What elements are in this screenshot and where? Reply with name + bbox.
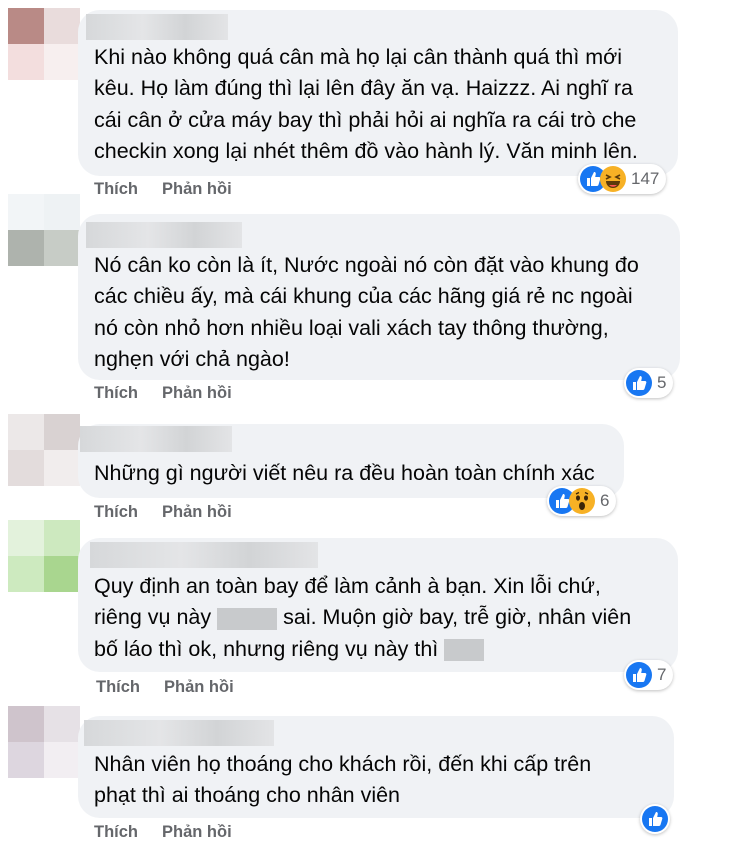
reply-link[interactable]: Phản hồi [162, 384, 232, 402]
avatar[interactable] [8, 706, 80, 778]
comment-text: Quy định an toàn bay để làm cảnh à bạn. … [94, 574, 632, 661]
like-link[interactable]: Thích [94, 823, 138, 841]
commenter-name[interactable] [80, 426, 232, 452]
comment-text: Những gì người viết nêu ra đều hoàn toàn… [94, 461, 595, 485]
avatar[interactable] [8, 194, 80, 266]
reply-link[interactable]: Phản hồi [162, 823, 232, 841]
comment-text: Nó cân ko còn là ít, Nước ngoài nó còn đ… [94, 253, 639, 371]
reaction-count: 6 [600, 491, 610, 510]
reaction-count: 5 [657, 373, 667, 392]
avatar[interactable] [8, 520, 80, 592]
reaction-summary[interactable]: 7 [624, 660, 674, 690]
comment-actions: Thích Phản hồi [94, 503, 256, 522]
redacted-text [444, 638, 485, 661]
reaction-summary[interactable]: 147 [578, 164, 667, 194]
reply-link[interactable]: Phản hồi [162, 180, 232, 198]
comment-text: Nhân viên họ thoáng cho khách rồi, đến k… [94, 752, 592, 808]
commenter-name[interactable] [86, 14, 228, 40]
commenter-name[interactable] [86, 222, 242, 248]
comment-actions: Thích Phản hồi [94, 823, 256, 842]
reaction-summary[interactable]: 6 [547, 486, 617, 516]
commenter-name[interactable] [84, 720, 274, 746]
haha-icon [600, 166, 626, 192]
comment-actions: Thích Phản hồi [96, 678, 258, 697]
like-icon [642, 806, 668, 832]
reaction-count: 7 [657, 665, 667, 684]
like-link[interactable]: Thích [94, 384, 138, 402]
like-link[interactable]: Thích [94, 503, 138, 521]
comment-actions: Thích Phản hồi [94, 180, 256, 199]
wow-icon [569, 488, 595, 514]
reply-link[interactable]: Phản hồi [164, 678, 234, 696]
like-icon [626, 370, 652, 396]
avatar[interactable] [8, 414, 80, 486]
comment-actions: Thích Phản hồi [94, 384, 256, 403]
commenter-name[interactable] [90, 542, 318, 568]
avatar[interactable] [8, 8, 80, 80]
reply-link[interactable]: Phản hồi [162, 503, 232, 521]
like-icon [626, 662, 652, 688]
like-link[interactable]: Thích [96, 678, 140, 696]
reaction-summary[interactable]: 5 [624, 368, 674, 398]
comment-text: Khi nào không quá cân mà họ lại cân thàn… [94, 45, 638, 163]
reaction-summary[interactable] [640, 804, 670, 834]
like-link[interactable]: Thích [94, 180, 138, 198]
redacted-text [217, 607, 278, 630]
reaction-count: 147 [631, 169, 660, 188]
